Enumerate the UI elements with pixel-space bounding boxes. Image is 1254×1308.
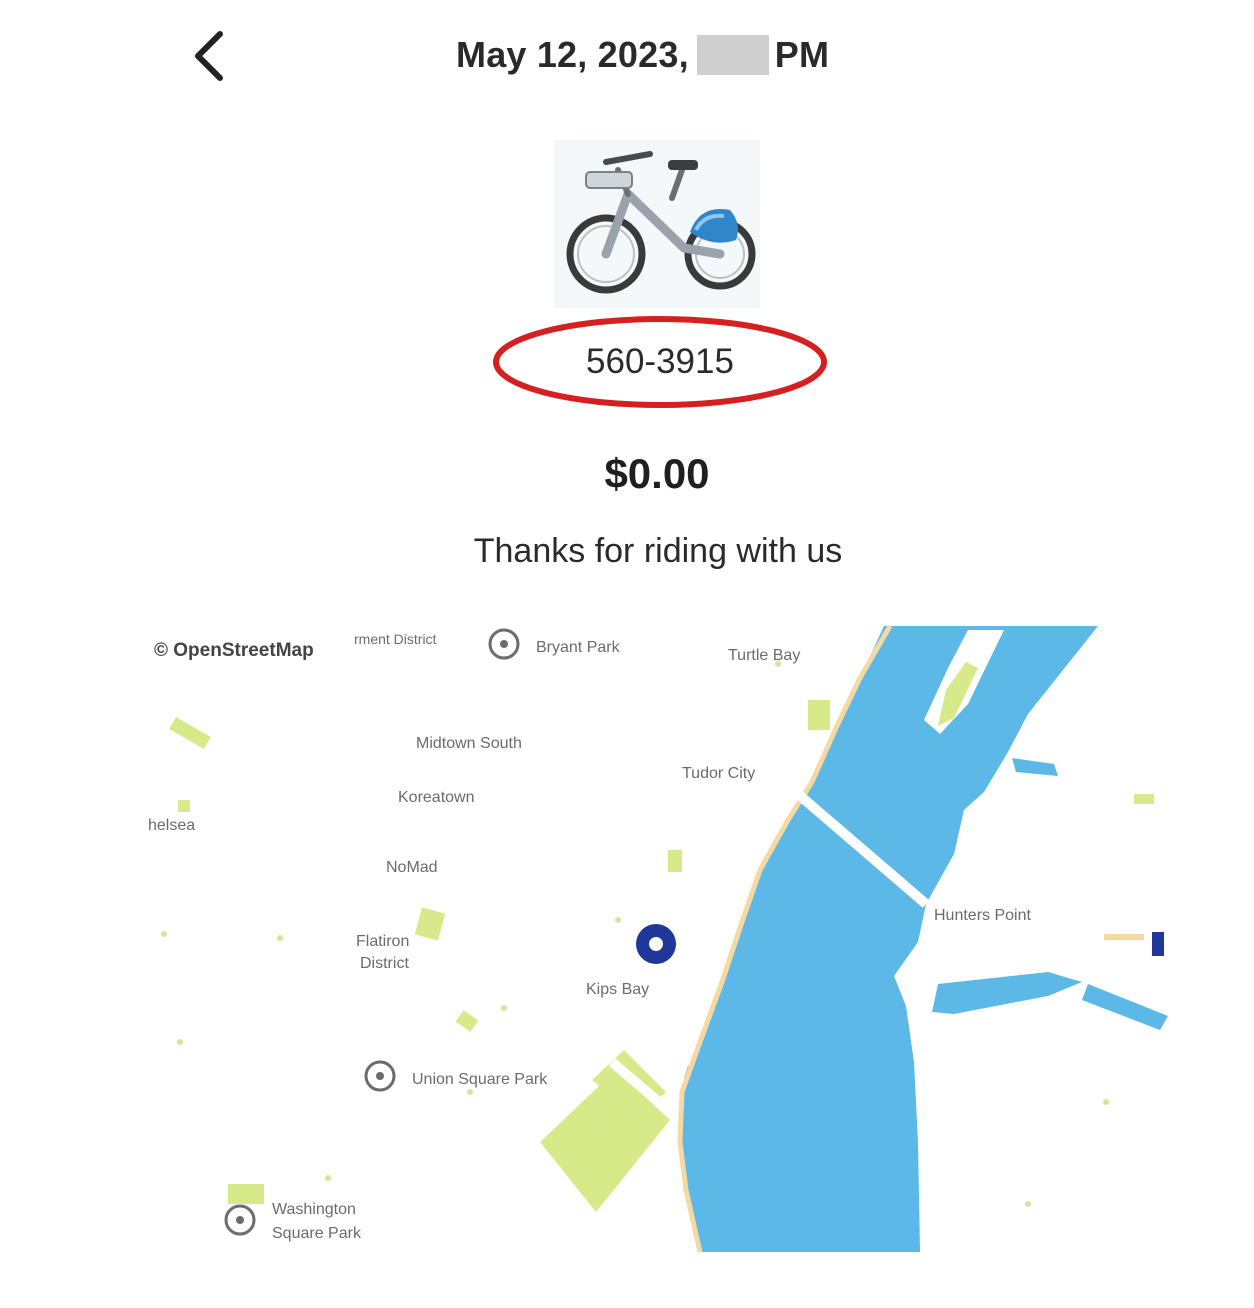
tree-icon — [488, 628, 520, 660]
label-flatiron-1: Flatiron — [356, 933, 409, 950]
ride-date: May 12, 2023, — [456, 34, 689, 75]
label-chelsea: helsea — [148, 817, 195, 834]
tree-icon — [224, 1204, 256, 1236]
tree-icon — [364, 1060, 396, 1092]
chevron-left-icon — [195, 31, 223, 81]
label-tudor-city: Tudor City — [682, 765, 755, 782]
label-turtle-bay: Turtle Bay — [728, 647, 800, 664]
label-bryant-park: Bryant Park — [536, 639, 621, 656]
ride-map[interactable]: © OpenStreetMap rment District Bryant Pa… — [148, 622, 1168, 1262]
ride-price: $0.00 — [604, 450, 710, 497]
label-washington-1: Washington — [272, 1201, 356, 1218]
map-attribution[interactable]: © OpenStreetMap — [154, 640, 314, 661]
label-koreatown: Koreatown — [398, 789, 475, 806]
ride-datetime: May 12, 2023, PM — [456, 30, 829, 80]
location-pin-icon[interactable] — [636, 924, 676, 964]
label-nomad: NoMad — [386, 859, 438, 876]
label-midtown-south: Midtown South — [416, 735, 522, 752]
label-garment-district: rment District — [354, 631, 437, 647]
label-hunters-point: Hunters Point — [934, 907, 1031, 924]
bike-id: 560-3915 — [586, 342, 734, 381]
ride-time-suffix: PM — [774, 34, 830, 75]
back-button[interactable] — [178, 24, 242, 88]
edge-marker — [1152, 932, 1164, 956]
road-segment — [1104, 934, 1144, 940]
label-kips-bay: Kips Bay — [586, 981, 649, 998]
redacted-time — [696, 35, 769, 75]
label-flatiron-2: District — [360, 955, 409, 972]
bike-id-highlight: 560-3915 — [492, 314, 828, 410]
thanks-message: Thanks for riding with us — [473, 532, 843, 570]
bike-image — [554, 140, 760, 308]
label-union-square-park: Union Square Park — [412, 1071, 548, 1088]
label-washington-2: Square Park — [272, 1225, 362, 1242]
